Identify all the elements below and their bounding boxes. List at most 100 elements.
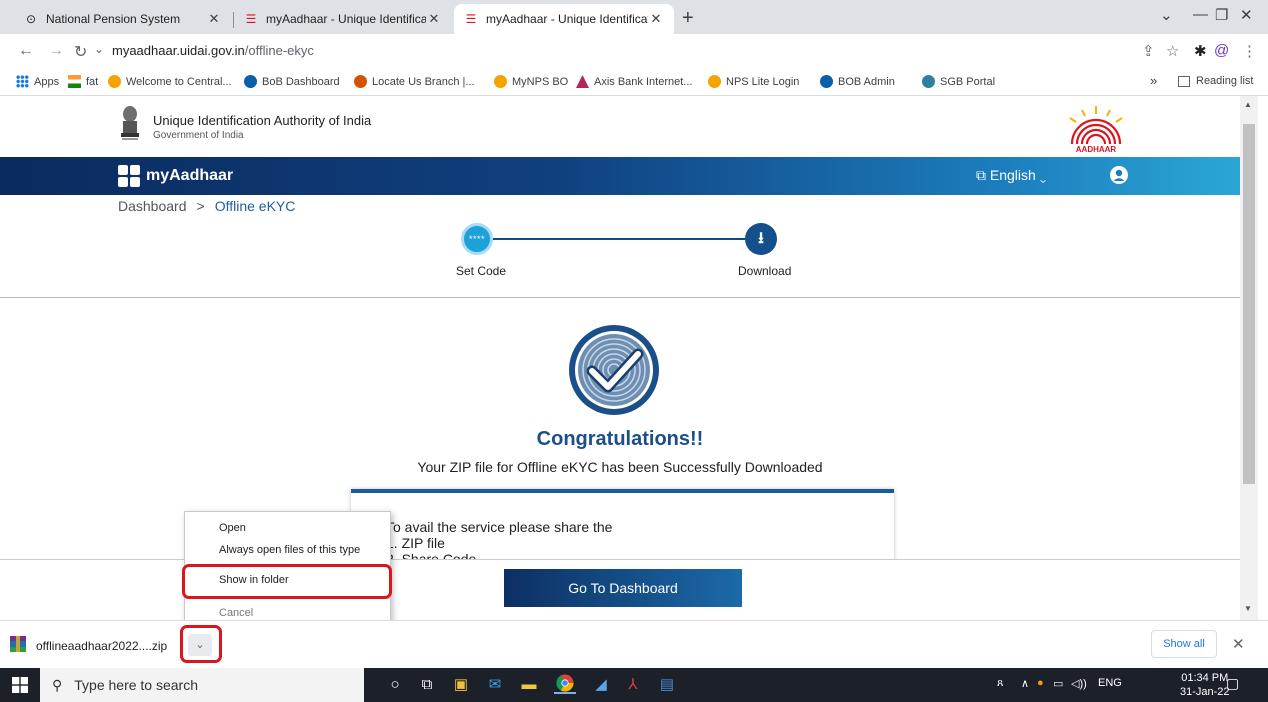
globe-icon: ⊙ (25, 12, 37, 26)
bookmark-bob-admin[interactable]: BOB Admin (820, 75, 895, 88)
bookmark-favicon-icon (922, 75, 935, 88)
bookmark-mynps-bo[interactable]: MyNPS BO (494, 75, 568, 88)
app-icon[interactable]: ◢ (590, 674, 612, 696)
brand-grid-icon (118, 165, 140, 187)
aadhaar-favicon-icon: ☰ (465, 12, 477, 26)
site-info-icon[interactable]: ⌄ (94, 42, 104, 56)
taskbar-search-box[interactable]: ⚲ Type here to search (40, 668, 364, 702)
bookmark-nps-lite[interactable]: NPS Lite Login (708, 75, 799, 88)
tray-app-icon[interactable]: ● (1037, 677, 1044, 689)
download-icon: ⭳ (758, 230, 764, 247)
search-placeholder: Type here to search (74, 677, 199, 693)
show-all-downloads-button[interactable]: Show all (1151, 630, 1217, 658)
profile-avatar-icon[interactable]: @ (1214, 42, 1229, 59)
input-language[interactable]: ENG (1098, 677, 1122, 689)
language-label: English (989, 167, 1036, 183)
chevron-down-icon: ⌄ (1039, 167, 1047, 183)
file-explorer-icon[interactable]: ▬ (518, 674, 540, 696)
search-icon: ⚲ (52, 676, 63, 693)
mail-icon[interactable]: ✉ (484, 674, 506, 696)
cortana-icon[interactable]: ○ (384, 674, 406, 696)
apps-grid-icon (16, 75, 29, 88)
close-icon[interactable]: ✕ (648, 11, 664, 27)
pdf-reader-icon[interactable]: ⅄ (622, 674, 644, 696)
congrats-heading: Congratulations!! (536, 428, 704, 450)
scrollbar-thumb[interactable] (1243, 124, 1255, 484)
network-icon[interactable]: ▭ (1053, 677, 1063, 690)
back-icon[interactable]: ← (18, 42, 34, 60)
close-icon[interactable]: ✕ (426, 11, 442, 27)
people-icon[interactable]: ጸ (997, 677, 1003, 690)
menu-kebab-icon[interactable]: ⋮ (1242, 42, 1257, 60)
chrome-logo-icon (556, 674, 574, 692)
minimize-icon[interactable]: — (1193, 6, 1208, 23)
page-scrollbar[interactable]: ▲ ▼ (1240, 96, 1258, 620)
word-app-icon[interactable]: ▤ (656, 674, 678, 696)
share-icon[interactable]: ⇪ (1142, 42, 1155, 60)
chrome-icon[interactable] (554, 672, 576, 694)
tab-search-icon[interactable]: ⌄ (1160, 6, 1173, 24)
store-icon[interactable]: ▣ (450, 674, 472, 696)
bookmarks-bar: Apps fat Welcome to Central... BoB Dashb… (0, 70, 1268, 96)
password-dots-icon: **** (468, 234, 485, 244)
windows-taskbar: ⚲ Type here to search ○ ⧉ ▣ ✉ ▬ ◢ ⅄ ▤ ጸ … (0, 668, 1268, 702)
show-hidden-icons[interactable]: ∧ (1021, 677, 1029, 690)
bookmark-fat[interactable]: fat (68, 75, 98, 88)
step-set-code: **** (461, 223, 493, 255)
gov-subtitle: Government of India (153, 130, 244, 141)
bob-favicon-icon (244, 75, 257, 88)
extensions-icon[interactable]: ✱ (1194, 42, 1207, 60)
start-button[interactable] (0, 668, 40, 702)
annotation-highlight-show-in-folder (182, 564, 392, 599)
clock-time: 01:34 PM (1181, 672, 1229, 684)
bookmark-bob-dashboard[interactable]: BoB Dashboard (244, 75, 340, 88)
restore-icon[interactable]: ❐ (1215, 6, 1228, 24)
gov-title: Unique Identification Authority of India (153, 113, 372, 128)
translate-icon: ⧉ (976, 167, 986, 183)
system-clock[interactable]: 01:34 PM 31-Jan-22 (1180, 671, 1230, 699)
window-close-icon[interactable]: ✕ (1240, 6, 1253, 24)
myaadhaar-brand[interactable]: myAadhaar (118, 165, 233, 187)
address-bar[interactable]: myaadhaar.uidai.gov.in/offline-ekyc (112, 43, 314, 58)
bookmark-sgb-portal[interactable]: SGB Portal (922, 75, 995, 88)
notifications-icon[interactable]: ▢ (1226, 675, 1239, 692)
tab-national-pension-system[interactable]: ⊙ National Pension System ✕ (14, 4, 232, 34)
language-selector[interactable]: ⧉ English ⌄ (976, 167, 1046, 184)
menu-item-open[interactable]: Open (219, 522, 246, 534)
breadcrumb: Dashboard > Offline eKYC (118, 198, 295, 214)
bookmark-apps[interactable]: Apps (16, 75, 59, 88)
new-tab-button[interactable]: + (682, 7, 694, 30)
menu-item-always-open[interactable]: Always open files of this type (219, 544, 360, 556)
download-file-name[interactable]: offlineaadhaar2022....zip (36, 639, 167, 653)
breadcrumb-dashboard-link[interactable]: Dashboard (118, 198, 187, 214)
volume-icon[interactable]: ◁)) (1071, 677, 1087, 690)
info-line: To avail the service please share the (386, 519, 613, 535)
tab-title: myAadhaar - Unique Identificatio (266, 12, 426, 26)
reload-icon[interactable]: ↻ (74, 42, 87, 62)
tab-myaadhaar-1[interactable]: ☰ myAadhaar - Unique Identificatio ✕ (234, 4, 452, 34)
close-icon[interactable]: ✕ (206, 11, 222, 27)
close-download-shelf-icon[interactable]: ✕ (1232, 635, 1245, 653)
step-label-set-code: Set Code (456, 264, 507, 278)
aadhaar-logo-icon: AADHAAR (1069, 106, 1123, 154)
bookmark-welcome-central[interactable]: Welcome to Central... (108, 75, 232, 88)
breadcrumb-current: Offline eKYC (214, 198, 296, 214)
menu-item-cancel[interactable]: Cancel (219, 607, 253, 619)
winrar-archive-icon (10, 636, 26, 652)
aadhaar-wordmark: AADHAAR (1076, 145, 1117, 154)
bookmark-axis-bank[interactable]: Axis Bank Internet... (576, 75, 692, 88)
clock-date: 31-Jan-22 (1180, 686, 1230, 698)
scroll-down-icon[interactable]: ▼ (1244, 604, 1252, 613)
bookmarks-overflow-button[interactable]: » (1150, 73, 1157, 88)
user-account-icon[interactable] (1110, 166, 1128, 184)
reading-list-button[interactable]: Reading list (1178, 75, 1253, 87)
go-to-dashboard-button[interactable]: Go To Dashboard (504, 569, 742, 607)
forward-icon[interactable]: → (48, 42, 64, 60)
bookmark-locate-branch[interactable]: Locate Us Branch |... (354, 75, 475, 88)
tab-title: National Pension System (46, 12, 181, 26)
tab-myaadhaar-active[interactable]: ☰ myAadhaar - Unique Identificatio ✕ (454, 4, 674, 34)
bookmark-star-icon[interactable]: ☆ (1166, 42, 1179, 60)
scroll-up-icon[interactable]: ▲ (1244, 100, 1252, 109)
url-path: /offline-ekyc (244, 43, 314, 58)
task-view-icon[interactable]: ⧉ (416, 674, 438, 696)
